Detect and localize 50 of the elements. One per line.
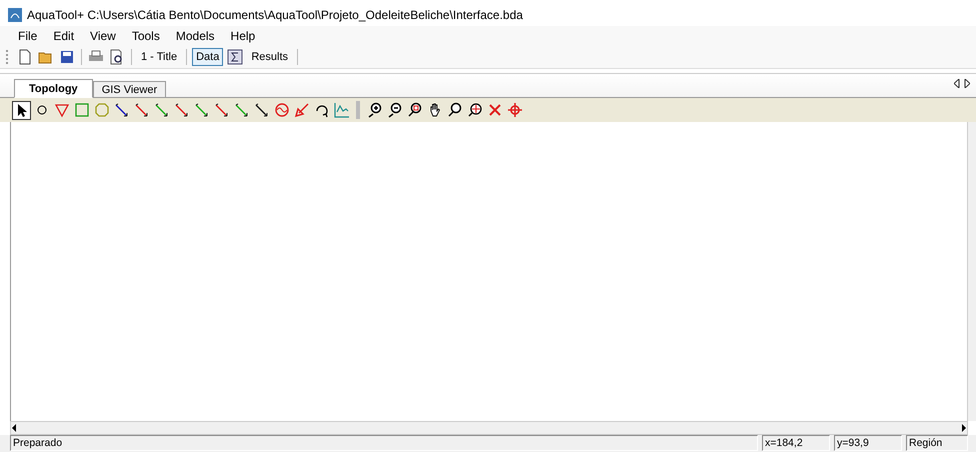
toolbar-button[interactable]: 1 - Title bbox=[137, 48, 182, 66]
toolbar-button[interactable]: Results bbox=[247, 48, 292, 66]
menu-item[interactable]: View bbox=[82, 29, 124, 43]
scroll-right-icon[interactable] bbox=[964, 79, 970, 88]
zoom-box-icon bbox=[406, 102, 422, 118]
connector-icon bbox=[254, 102, 270, 118]
connector-icon bbox=[134, 102, 150, 118]
vertical-scrollbar[interactable] bbox=[967, 122, 976, 421]
search-icon bbox=[446, 102, 462, 118]
tool-button[interactable] bbox=[12, 100, 31, 120]
delete-icon bbox=[486, 102, 502, 118]
horizontal-scrollbar[interactable] bbox=[10, 421, 968, 435]
connector-icon bbox=[154, 102, 170, 118]
scroll-left-icon[interactable] bbox=[11, 424, 17, 432]
circle-wave-icon bbox=[274, 102, 290, 118]
zoom-in-icon bbox=[366, 102, 382, 118]
square-icon bbox=[74, 102, 90, 118]
toolbar-button[interactable] bbox=[58, 48, 76, 66]
connector-icon bbox=[194, 102, 210, 118]
y-coordinate: y=93,9 bbox=[834, 435, 902, 451]
menu-item[interactable]: Tools bbox=[124, 29, 168, 43]
connector-icon bbox=[214, 102, 230, 118]
connector-icon bbox=[234, 102, 250, 118]
menu-item[interactable]: Edit bbox=[45, 29, 82, 43]
toolbar-button[interactable]: Data bbox=[192, 48, 224, 66]
tab[interactable]: Topology bbox=[14, 79, 93, 98]
sigma-icon bbox=[227, 49, 244, 65]
zoom-target-icon bbox=[466, 102, 482, 118]
save-icon bbox=[59, 49, 75, 65]
status-message: Preparado bbox=[10, 435, 758, 451]
scroll-left-icon[interactable] bbox=[954, 79, 960, 88]
connector-icon bbox=[114, 102, 130, 118]
new-file-icon bbox=[17, 49, 33, 65]
diagonal-arrow-icon bbox=[294, 102, 310, 118]
app-icon bbox=[8, 8, 22, 22]
window-title: AquaTool+ C:\Users\Cátia Bento\Documents\AquaTool\Projeto_OdeleiteBeliche\Interface.bda bbox=[27, 8, 523, 22]
crosshair-icon bbox=[506, 102, 522, 118]
menu-item[interactable]: Help bbox=[222, 29, 264, 43]
line-chart-icon bbox=[334, 102, 350, 118]
x-coordinate: x=184,2 bbox=[762, 435, 830, 451]
menu-item[interactable]: File bbox=[10, 29, 46, 43]
zoom-out-icon bbox=[386, 102, 402, 118]
connector-icon bbox=[174, 102, 190, 118]
menu-item[interactable]: Models bbox=[168, 29, 223, 43]
tab[interactable]: GIS Viewer bbox=[92, 81, 166, 98]
scroll-right-icon[interactable] bbox=[961, 424, 967, 432]
mode-indicator: Región bbox=[906, 435, 968, 451]
triangle-icon bbox=[54, 102, 70, 118]
octagon-icon bbox=[94, 102, 110, 118]
toolbar-button[interactable] bbox=[226, 48, 244, 66]
